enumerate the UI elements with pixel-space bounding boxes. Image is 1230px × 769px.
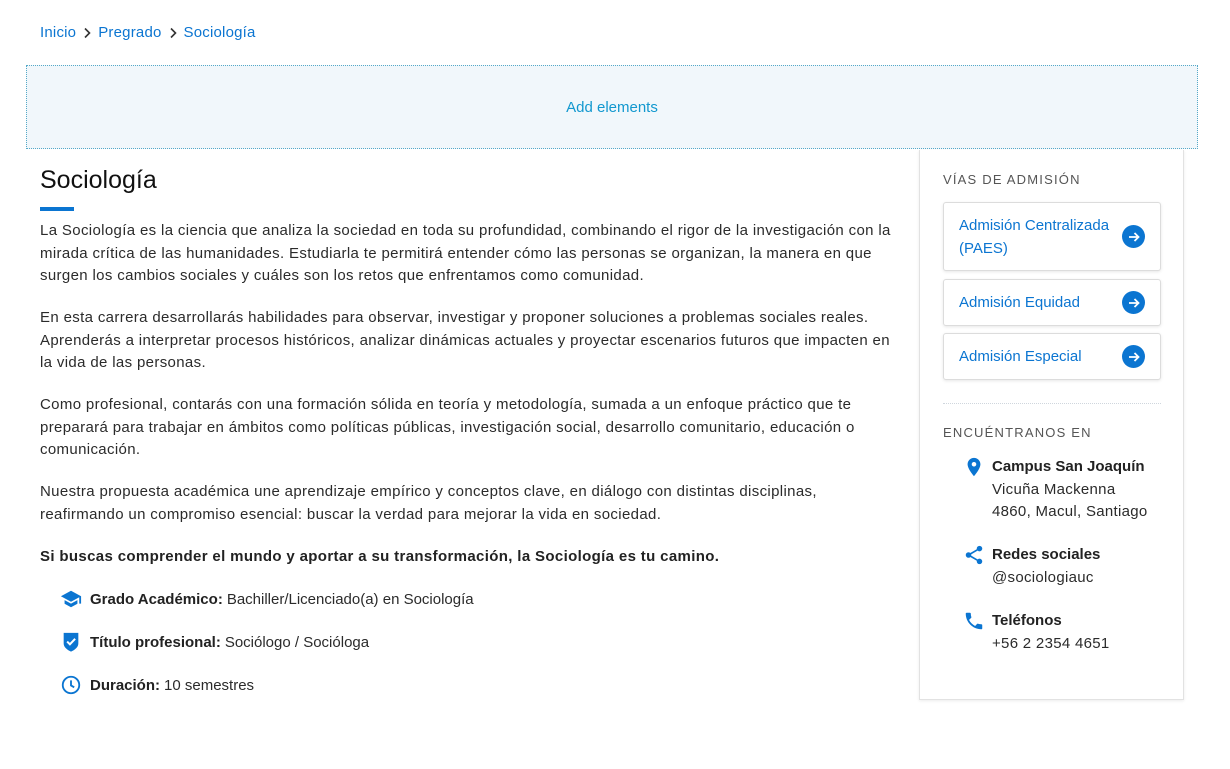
admission-heading: VÍAS DE ADMISIÓN xyxy=(943,172,1081,187)
admission-equidad-link[interactable]: Admisión Equidad xyxy=(943,279,1161,326)
contact-title: Redes sociales xyxy=(992,546,1101,563)
social-handle-link[interactable]: @sociologiauc xyxy=(992,567,1100,590)
description-paragraph-1: La Sociología es la ciencia que analiza … xyxy=(40,222,891,284)
fact-value: Sociólogo / Socióloga xyxy=(224,633,370,651)
arrow-right-icon xyxy=(1122,225,1145,248)
breadcrumb: Inicio Pregrado Sociología xyxy=(40,24,256,41)
title-underline xyxy=(40,207,74,211)
add-elements-dropzone[interactable]: Add elements xyxy=(26,65,1198,149)
location-pin-icon xyxy=(963,456,985,478)
verified-badge-icon xyxy=(60,631,82,653)
sidebar: VÍAS DE ADMISIÓN Admisión Centralizada (… xyxy=(919,150,1184,700)
clock-icon xyxy=(60,674,82,696)
contact-social: Redes sociales @sociologiauc xyxy=(963,544,1100,589)
location-heading: ENCUÉNTRANOS EN xyxy=(943,425,1092,440)
description-paragraph-2: En esta carrera desarrollarás habilidade… xyxy=(40,309,890,371)
contact-line: Vicuña Mackenna xyxy=(992,480,1116,498)
contact-campus: Campus San Joaquín Vicuña Mackenna 4860,… xyxy=(963,456,1148,524)
arrow-right-icon xyxy=(1122,291,1145,314)
description-paragraph-4: Nuestra propuesta académica une aprendiz… xyxy=(40,483,817,523)
program-description: Sociología La Sociología es la ciencia q… xyxy=(40,165,892,717)
admission-especial-link[interactable]: Admisión Especial xyxy=(943,333,1161,380)
graduation-cap-icon xyxy=(60,588,82,610)
admission-link-label: Admisión Equidad xyxy=(959,294,1080,311)
fact-label: Grado Académico: xyxy=(90,590,223,608)
admission-centralizada-link[interactable]: Admisión Centralizada (PAES) xyxy=(943,202,1161,271)
program-facts: Grado Académico: Bachiller/Licenciado(a)… xyxy=(60,588,892,696)
arrow-right-icon xyxy=(1122,345,1145,368)
fact-grado: Grado Académico: Bachiller/Licenciado(a)… xyxy=(60,588,892,610)
page-title: Sociología xyxy=(40,166,157,194)
share-icon xyxy=(963,544,985,566)
fact-label: Título profesional: xyxy=(90,633,221,651)
admission-link-label: Admisión Especial xyxy=(959,348,1082,365)
contact-title: Teléfonos xyxy=(992,612,1062,629)
admission-link-label: Admisión Centralizada (PAES) xyxy=(959,216,1110,257)
fact-titulo: Título profesional: Sociólogo / Sociólog… xyxy=(60,631,892,653)
phone-icon xyxy=(963,610,985,632)
sidebar-divider xyxy=(943,403,1161,404)
breadcrumb-pregrado-link[interactable]: Pregrado xyxy=(98,24,161,41)
breadcrumb-home-link[interactable]: Inicio xyxy=(40,24,76,41)
description-paragraph-3: Como profesional, contarás con una forma… xyxy=(40,396,855,458)
phone-number-link[interactable]: +56 2 2354 4651 xyxy=(992,633,1110,656)
fact-duracion: Duración: 10 semestres xyxy=(60,674,892,696)
fact-value: 10 semestres xyxy=(164,676,255,694)
chevron-right-icon xyxy=(162,27,184,39)
fact-label: Duración: xyxy=(90,676,161,694)
add-elements-label[interactable]: Add elements xyxy=(566,99,658,116)
chevron-right-icon xyxy=(76,27,98,39)
fact-value: Bachiller/Licenciado(a) en Sociología xyxy=(226,590,474,608)
closing-statement: Si buscas comprender el mundo y aportar … xyxy=(40,547,720,565)
breadcrumb-current-link[interactable]: Sociología xyxy=(184,24,256,41)
contact-phone: Teléfonos +56 2 2354 4651 xyxy=(963,610,1110,655)
contact-line: 4860, Macul, Santiago xyxy=(992,503,1148,520)
contact-title: Campus San Joaquín xyxy=(992,458,1145,475)
